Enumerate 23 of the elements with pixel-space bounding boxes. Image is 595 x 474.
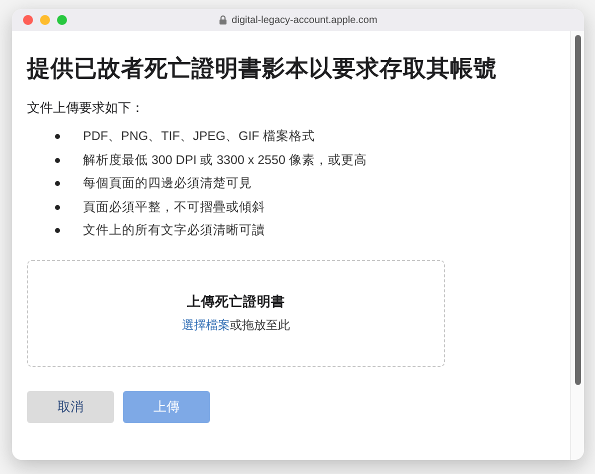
bullet-icon <box>55 158 60 163</box>
page-heading: 提供已故者死亡證明書影本以要求存取其帳號 <box>27 54 498 83</box>
bullet-icon <box>55 134 60 140</box>
choose-file-link[interactable]: 選擇檔案 <box>182 316 230 334</box>
scrollbar-thumb[interactable] <box>574 35 580 385</box>
drop-zone[interactable]: 上傳死亡證明書 選擇檔案或拖放至此 <box>27 260 445 366</box>
requirement-text: 解析度最低 300 DPI 或 3300 x 2550 像素，或更高 <box>83 152 367 169</box>
bullet-icon <box>55 181 60 186</box>
close-button[interactable] <box>23 15 33 25</box>
drop-zone-title: 上傳死亡證明書 <box>187 292 285 310</box>
bullet-icon <box>55 228 60 234</box>
intro-text: 文件上傳要求如下： <box>27 99 145 117</box>
zoom-button[interactable] <box>57 15 67 25</box>
requirement-text: PDF、PNG、TIF、JPEG、GIF 檔案格式 <box>83 128 315 146</box>
bullet-icon <box>55 204 60 210</box>
requirement-text: 頁面必須平整，不可摺疊或傾斜 <box>83 198 265 216</box>
url-text: digital-legacy-account.apple.com <box>232 14 378 26</box>
requirement-text: 每個頁面的四邊必須清楚可見 <box>83 175 252 192</box>
cancel-button[interactable]: 取消 <box>27 390 114 422</box>
minimize-button[interactable] <box>40 15 50 25</box>
requirement-text: 文件上的所有文字必須清晰可讀 <box>83 222 265 240</box>
drop-hint: 或拖放至此 <box>230 316 290 334</box>
lock-icon <box>218 15 227 25</box>
